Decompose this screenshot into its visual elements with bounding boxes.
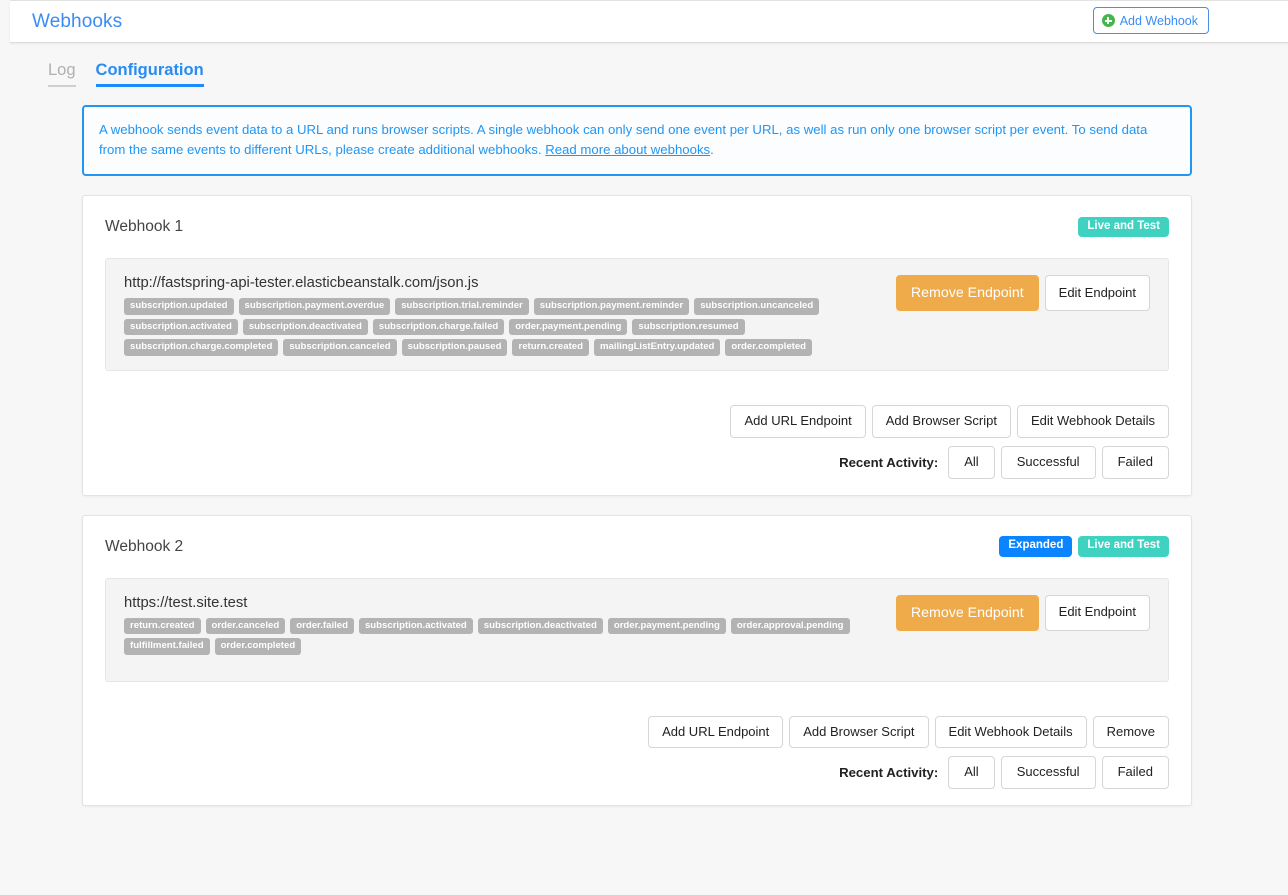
webhook-actions: Add URL Endpoint Add Browser Script Edit… bbox=[105, 715, 1169, 749]
webhook-card-header: Webhook 2 Expanded Live and Test bbox=[105, 534, 1169, 560]
app-header: Webhooks Add Webhook bbox=[10, 0, 1288, 43]
event-tag: subscription.resumed bbox=[632, 318, 745, 336]
event-tag: return.created bbox=[124, 617, 201, 635]
activity-filter-failed-button[interactable]: Failed bbox=[1101, 756, 1169, 790]
endpoint-info: https://test.site.test return.created or… bbox=[124, 595, 896, 655]
endpoint-panel: https://test.site.test return.created or… bbox=[105, 577, 1169, 682]
edit-webhook-details-button[interactable]: Edit Webhook Details bbox=[1016, 404, 1169, 438]
add-webhook-button-label: Add Webhook bbox=[1119, 13, 1198, 28]
endpoint-actions: Remove Endpoint Edit Endpoint bbox=[895, 594, 1150, 631]
endpoint-url: http://fastspring-api-tester.elasticbean… bbox=[124, 275, 479, 291]
event-tag: subscription.activated bbox=[358, 617, 473, 635]
event-tag: subscription.charge.failed bbox=[372, 318, 505, 336]
event-tag: subscription.charge.completed bbox=[124, 339, 279, 356]
status-badge-live-and-test: Live and Test bbox=[1078, 536, 1169, 557]
webhook-badges: Live and Test bbox=[1078, 216, 1169, 238]
info-banner: A webhook sends event data to a URL and … bbox=[82, 105, 1192, 176]
page-body: Log Configuration A webhook sends event … bbox=[10, 43, 1288, 895]
webhook-card-header: Webhook 1 Live and Test bbox=[105, 214, 1169, 240]
activity-filter-failed-button[interactable]: Failed bbox=[1101, 445, 1169, 479]
event-tag: order.canceled bbox=[205, 617, 286, 635]
event-tag: return.created bbox=[512, 339, 589, 356]
add-browser-script-button[interactable]: Add Browser Script bbox=[789, 715, 929, 749]
recent-activity-row: Recent Activity: All Successful Failed bbox=[105, 756, 1169, 790]
remove-endpoint-button[interactable]: Remove Endpoint bbox=[895, 275, 1039, 312]
event-tag: subscription.paused bbox=[401, 339, 508, 356]
endpoint-event-tags: return.created order.canceled order.fail… bbox=[124, 617, 876, 655]
endpoint-url: https://test.site.test bbox=[124, 594, 248, 611]
event-tag: subscription.payment.overdue bbox=[238, 298, 391, 315]
tab-log[interactable]: Log bbox=[48, 61, 76, 87]
webhook-card: Webhook 2 Expanded Live and Test https:/… bbox=[82, 514, 1192, 807]
event-tag: subscription.deactivated bbox=[477, 617, 603, 635]
event-tag: order.completed bbox=[214, 638, 302, 655]
recent-activity-label: Recent Activity: bbox=[839, 765, 939, 781]
info-banner-text-tail: . bbox=[710, 142, 714, 157]
add-webhook-button[interactable]: Add Webhook bbox=[1092, 7, 1209, 34]
event-tag: order.payment.pending bbox=[607, 617, 726, 635]
status-badge-live-and-test: Live and Test bbox=[1078, 216, 1169, 238]
event-tag: subscription.trial.reminder bbox=[395, 298, 529, 315]
endpoint-event-tags: subscription.updated subscription.paymen… bbox=[124, 298, 876, 356]
endpoint-info: http://fastspring-api-tester.elasticbean… bbox=[124, 275, 896, 356]
webhook-title: Webhook 2 bbox=[105, 537, 184, 555]
event-tag: order.approval.pending bbox=[730, 617, 850, 635]
read-more-about-webhooks-link[interactable]: Read more about webhooks bbox=[545, 142, 710, 157]
webhook-actions: Add URL Endpoint Add Browser Script Edit… bbox=[105, 404, 1169, 438]
remove-endpoint-button[interactable]: Remove Endpoint bbox=[895, 594, 1039, 631]
remove-webhook-button[interactable]: Remove bbox=[1092, 715, 1169, 749]
recent-activity-row: Recent Activity: All Successful Failed bbox=[105, 445, 1169, 479]
event-tag: subscription.activated bbox=[124, 318, 238, 336]
page-title: Webhooks bbox=[32, 10, 123, 32]
event-tag: fulfillment.failed bbox=[124, 638, 210, 655]
add-browser-script-button[interactable]: Add Browser Script bbox=[871, 404, 1011, 438]
event-tag: order.completed bbox=[725, 339, 813, 356]
event-tag: subscription.canceled bbox=[283, 339, 397, 356]
webhook-badges: Expanded Live and Test bbox=[999, 536, 1169, 557]
tab-bar: Log Configuration bbox=[10, 43, 1288, 87]
endpoint-actions: Remove Endpoint Edit Endpoint bbox=[895, 275, 1150, 312]
event-tag: subscription.deactivated bbox=[242, 318, 368, 336]
event-tag: subscription.payment.reminder bbox=[533, 298, 690, 315]
activity-filter-all-button[interactable]: All bbox=[948, 445, 995, 479]
activity-filter-all-button[interactable]: All bbox=[948, 756, 995, 790]
event-tag: order.payment.pending bbox=[509, 318, 628, 336]
edit-webhook-details-button[interactable]: Edit Webhook Details bbox=[934, 715, 1087, 749]
edit-endpoint-button[interactable]: Edit Endpoint bbox=[1044, 275, 1150, 312]
event-tag: mailingListEntry.updated bbox=[593, 339, 721, 356]
activity-filter-successful-button[interactable]: Successful bbox=[1000, 445, 1096, 479]
add-url-endpoint-button[interactable]: Add URL Endpoint bbox=[648, 715, 784, 749]
plus-circle-icon bbox=[1101, 14, 1115, 27]
event-tag: subscription.updated bbox=[124, 298, 234, 315]
status-badge-expanded: Expanded bbox=[999, 536, 1073, 557]
endpoint-panel: http://fastspring-api-tester.elasticbean… bbox=[105, 258, 1169, 371]
add-url-endpoint-button[interactable]: Add URL Endpoint bbox=[730, 404, 866, 438]
webhook-card: Webhook 1 Live and Test http://fastsprin… bbox=[82, 195, 1192, 496]
tab-configuration[interactable]: Configuration bbox=[95, 61, 204, 87]
webhook-title: Webhook 1 bbox=[105, 218, 184, 235]
edit-endpoint-button[interactable]: Edit Endpoint bbox=[1044, 594, 1150, 631]
event-tag: subscription.uncanceled bbox=[694, 298, 820, 315]
recent-activity-label: Recent Activity: bbox=[839, 454, 939, 470]
activity-filter-successful-button[interactable]: Successful bbox=[1000, 756, 1096, 790]
event-tag: order.failed bbox=[290, 617, 354, 635]
